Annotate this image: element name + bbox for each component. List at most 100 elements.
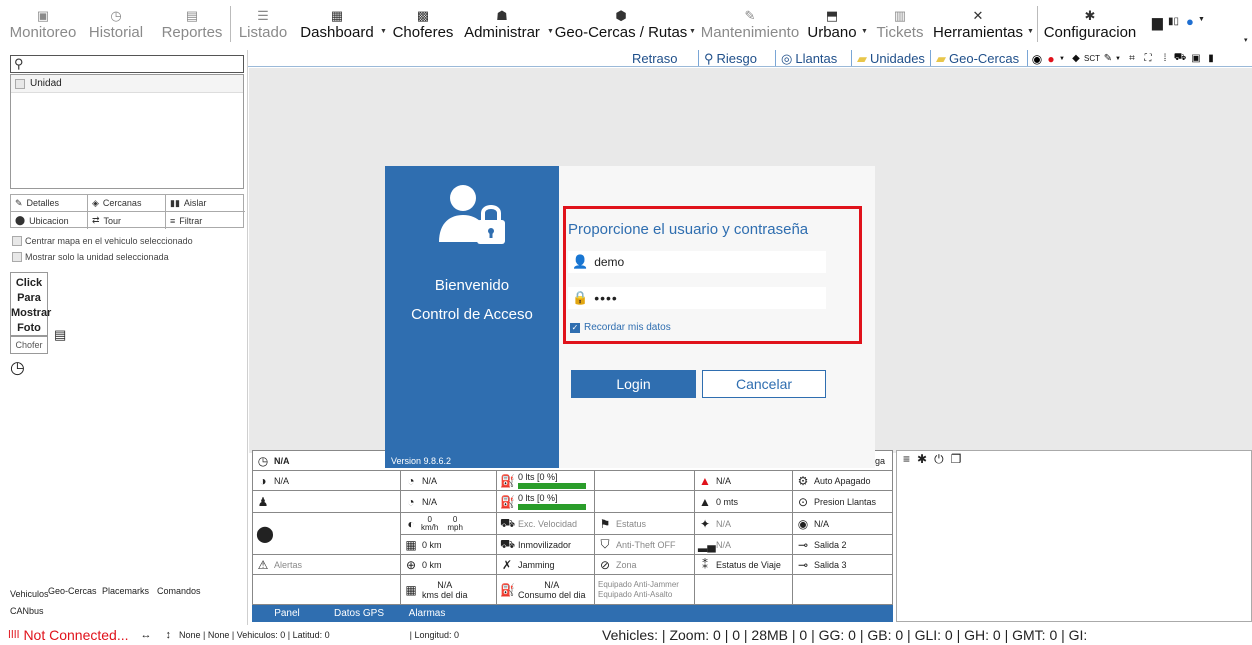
show-only-checkbox[interactable]: Mostrar solo la unidad seleccionada — [12, 252, 169, 262]
vehicle-info-grid: ◷ N/A ga ◑ N/A ◔ N/A ⛽ 0 lts [0 %] ▲ N/A ⚙ Aut… — [252, 450, 893, 605]
checkbox[interactable] — [12, 236, 22, 246]
tab-retraso[interactable]: Retraso — [628, 50, 699, 66]
menu-choferes[interactable]: ▩ Choferes — [390, 0, 456, 50]
tab-comandos[interactable]: Comandos — [157, 586, 201, 596]
trip-status-icon: ⁑ — [702, 557, 708, 572]
latlon-icon[interactable]: ⌗ — [1126, 51, 1138, 66]
flag-icon: ⚑ — [599, 516, 611, 531]
power-icon[interactable]: ⏻ — [934, 452, 944, 467]
menu-herramientas[interactable]: ✕ Herramientas — [932, 0, 1024, 50]
ticket-icon: ▥ — [893, 8, 907, 23]
aislar-button[interactable]: ▮▮ Aislar — [166, 195, 245, 212]
access-control-text: Control de Acceso — [411, 306, 533, 323]
unit-list-header[interactable]: Unidad — [11, 75, 243, 93]
menu-historial[interactable]: ◷ Historial — [85, 0, 147, 50]
gear-icon[interactable]: ✱ — [917, 452, 927, 467]
tab-alarmas[interactable]: Alarmas — [402, 605, 452, 622]
detalles-button[interactable]: ✎ Detalles — [11, 195, 88, 212]
tab-vehiculos[interactable]: Vehiculos — [10, 589, 49, 599]
grid-cell-r7c4: Equipado Anti-Jammer Equipado Anti-Asalto — [595, 575, 695, 605]
zone-icon: ⊘ — [599, 557, 611, 572]
username-field[interactable]: 👤 demo — [568, 251, 826, 273]
tab-geocercas-left[interactable]: Geo-Cercas — [48, 586, 97, 596]
login-brand-panel: Bienvenido Control de Acceso Version 9.8… — [385, 166, 559, 468]
tab-geocercas[interactable]: ▰ Geo-Cercas — [932, 50, 1028, 66]
photo-icon[interactable]: ▣ — [1190, 51, 1202, 66]
geofence-icon: ⬢ — [615, 8, 627, 23]
tour-button[interactable]: ⇄ Tour — [88, 212, 166, 229]
tab-llantas[interactable]: ◎ Llantas — [777, 50, 852, 66]
cercanas-button[interactable]: ◈ Cercanas — [88, 195, 166, 212]
menu-icon[interactable]: ≡ — [903, 452, 910, 467]
cancel-button[interactable]: Cancelar — [702, 370, 826, 398]
filtrar-button[interactable]: ≡ Filtrar — [166, 212, 245, 229]
remember-checkbox[interactable]: ✓ Recordar mis datos — [570, 322, 671, 333]
menu-reportes[interactable]: ▤ Reportes — [158, 0, 226, 50]
user-icon: 👤 — [572, 254, 589, 269]
center-map-checkbox[interactable]: Centrar mapa en el vehiculo seleccionado — [12, 236, 193, 246]
menu-monitoreo[interactable]: ▣ Monitoreo — [6, 0, 80, 50]
alerts-cell[interactable]: ⚠ Alertas — [253, 555, 401, 575]
tab-placemarks[interactable]: Placemarks — [102, 586, 149, 596]
collapse-icon[interactable]: ▾ — [1244, 36, 1248, 44]
menu-mantenimiento[interactable]: ✎ Mantenimiento — [698, 0, 802, 50]
fuel-icon[interactable]: ▮ — [1206, 51, 1216, 66]
search-input[interactable]: ⚲ — [10, 55, 244, 73]
select-all-checkbox[interactable] — [15, 78, 25, 89]
grid-cell-r2c4 — [595, 471, 695, 491]
help-icon[interactable]: ● — [1186, 14, 1194, 29]
menu-urbano[interactable]: ⬒ Urbano — [805, 0, 859, 50]
car-icon[interactable]: ⛟ — [1174, 51, 1187, 66]
speedometer-icon: ◔ — [407, 473, 415, 488]
sct-icon[interactable]: SCT — [1084, 51, 1100, 66]
ubicacion-button[interactable]: ⬤ Ubicacion — [11, 212, 88, 229]
chevron-down-icon[interactable]: ▼ — [1058, 51, 1066, 66]
expand-horizontal-icon[interactable]: ↔ — [141, 629, 152, 641]
signal-icon: ▂▄ — [698, 537, 716, 552]
checkbox[interactable] — [12, 252, 22, 262]
pencil-icon[interactable]: ✎ — [1102, 51, 1114, 66]
chevron-down-icon[interactable]: ▼ — [689, 28, 696, 35]
chevron-down-icon[interactable]: ▼ — [1114, 51, 1122, 66]
user-lock-icon — [439, 185, 505, 244]
grid-cell-r5c3: ⛟ Inmovilizador — [497, 535, 595, 555]
grid-cell-r3c5: ▲ 0 mts — [695, 491, 793, 513]
satellite-icon: ✦ — [699, 516, 711, 531]
chevron-down-icon[interactable]: ▼ — [547, 28, 554, 35]
menu-geocercas-rutas[interactable]: ⬢ Geo-Cercas / Rutas — [555, 0, 688, 50]
chevron-down-icon[interactable]: ▼ — [1198, 16, 1205, 23]
google-icon[interactable]: ◉ — [1030, 51, 1044, 66]
layout-icon[interactable]: ▮▯ — [1168, 16, 1179, 27]
id-card-icon[interactable]: ▤ — [54, 327, 66, 343]
grid-cell-r2c1: ◑ N/A — [253, 471, 401, 491]
password-field[interactable]: 🔒 •••• — [568, 287, 826, 309]
menu-tickets[interactable]: ▥ Tickets — [871, 0, 929, 50]
printer-icon[interactable]: ▆ — [1152, 14, 1163, 31]
photo-button[interactable]: Click Para Mostrar Foto — [10, 272, 51, 336]
fullscreen-icon[interactable]: ⛶ — [1142, 51, 1154, 66]
consumo-day: N/A Consumo del dia — [518, 580, 586, 600]
grid-cell-r3c2: ◔ N/A — [401, 491, 497, 513]
copy-icon[interactable]: ❐ — [951, 452, 962, 467]
tab-canbus[interactable]: CANbus — [10, 606, 44, 616]
menu-configuracion[interactable]: ✱ Configuracion — [1042, 0, 1138, 50]
menu-dashboard[interactable]: ▦ Dashboard — [296, 0, 378, 50]
record-icon[interactable]: ● — [1044, 51, 1058, 66]
menu-listado[interactable]: ☰ Listado — [235, 0, 291, 50]
traffic-icon[interactable]: ⁞ — [1160, 51, 1170, 66]
chevron-down-icon[interactable]: ▼ — [380, 28, 387, 35]
route-icon[interactable]: ◆ — [1070, 51, 1082, 66]
chevron-down-icon[interactable]: ▼ — [1027, 28, 1034, 35]
expand-vertical-icon[interactable]: ↕ — [166, 629, 172, 641]
chevron-down-icon[interactable]: ▼ — [861, 28, 868, 35]
menu-administrar[interactable]: ☗ Administrar — [460, 0, 544, 50]
tab-unidades[interactable]: ▰ Unidades — [853, 50, 931, 66]
grid-cell-speed: ◐ 0 km/h 0 mph — [401, 513, 497, 535]
unit-list[interactable]: Unidad — [10, 74, 244, 189]
equipment-flags: Equipado Anti-Jammer Equipado Anti-Asalto — [598, 580, 679, 599]
tab-panel[interactable]: Panel — [262, 605, 312, 622]
tab-riesgo[interactable]: ⚲ Riesgo — [700, 50, 776, 66]
tab-datos-gps[interactable]: Datos GPS — [324, 605, 394, 622]
grid-cell-r3c6: ⊙ Presion Llantas — [793, 491, 893, 513]
login-button[interactable]: Login — [571, 370, 696, 398]
